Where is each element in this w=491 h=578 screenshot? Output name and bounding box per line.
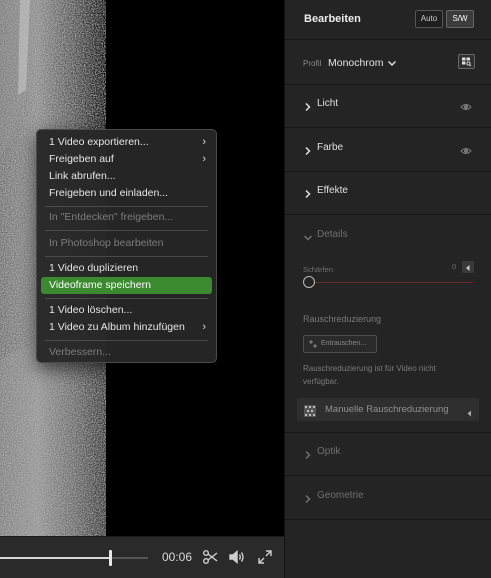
section-optik[interactable]: Optik	[285, 433, 491, 473]
noise-pattern-icon	[304, 404, 316, 417]
menu-item-enhance[interactable]: Verbessern...	[41, 344, 212, 361]
chevron-right-icon	[303, 491, 313, 504]
section-details[interactable]: Details	[285, 216, 491, 256]
edit-panel: Bearbeiten Auto S/W Profil Monochrom Lic…	[284, 0, 491, 578]
menu-item-share-to-discover[interactable]: In "Entdecken" freigeben...	[41, 209, 212, 226]
section-label: Effekte	[317, 185, 348, 196]
grid-icon[interactable]	[458, 54, 475, 69]
sharpen-slider-thumb[interactable]	[303, 276, 315, 288]
menu-item-duplicate-video[interactable]: 1 Video duplizieren	[41, 260, 212, 277]
menu-item-delete-video[interactable]: 1 Video löschen...	[41, 302, 212, 319]
sparkle-icon	[308, 339, 318, 349]
chevron-down-icon	[303, 230, 313, 241]
section-farbe[interactable]: Farbe	[285, 129, 491, 169]
denoise-button[interactable]: Entrauschen...	[303, 335, 377, 353]
menu-separator	[45, 230, 208, 231]
chevron-right-icon: ›	[202, 321, 206, 333]
chevron-right-icon	[303, 447, 313, 460]
chevron-right-icon	[303, 99, 313, 112]
section-effekte[interactable]: Effekte	[285, 172, 491, 212]
chevron-right-icon: ›	[202, 153, 206, 165]
scissors-icon[interactable]	[202, 548, 220, 566]
section-licht[interactable]: Licht	[285, 85, 491, 125]
menu-item-edit-in-photoshop[interactable]: In Photoshop bearbeiten	[41, 235, 212, 252]
menu-item-export-video[interactable]: 1 Video exportieren... ›	[41, 134, 212, 151]
menu-item-add-to-album[interactable]: 1 Video zu Album hinzufügen ›	[41, 319, 212, 336]
chevron-right-icon	[303, 143, 313, 156]
profile-label: Profil	[303, 59, 322, 68]
menu-item-share-on[interactable]: Freigeben auf ›	[41, 151, 212, 168]
playback-time: 00:06	[162, 550, 193, 564]
divider	[285, 214, 491, 215]
manual-noise-label: Manuelle Rauschreduzierung	[325, 404, 449, 415]
eye-icon[interactable]	[460, 143, 472, 154]
menu-separator	[45, 206, 208, 207]
menu-item-get-link[interactable]: Link abrufen...	[41, 168, 212, 185]
menu-item-save-video-frame[interactable]: Videoframe speichern	[41, 277, 212, 294]
video-viewer: 00:06 1 Video exportieren... › Freigeben	[0, 0, 284, 578]
section-label: Farbe	[317, 142, 344, 153]
auto-button[interactable]: Auto	[415, 10, 443, 28]
section-label: Optik	[317, 446, 341, 457]
menu-separator	[45, 340, 208, 341]
context-menu: 1 Video exportieren... › Freigeben auf ›…	[36, 129, 217, 363]
speaker-icon[interactable]	[228, 548, 246, 566]
divider	[285, 519, 491, 520]
menu-separator	[45, 256, 208, 257]
scrub-bar[interactable]	[0, 557, 148, 559]
triangle-left-icon	[465, 405, 473, 417]
sharpen-label: Schärfen	[303, 265, 334, 274]
menu-separator	[45, 298, 208, 299]
scrub-handle[interactable]	[108, 550, 112, 566]
scrub-progress	[0, 557, 110, 559]
divider	[285, 127, 491, 128]
menu-item-share-and-invite[interactable]: Freigeben und einladen...	[41, 185, 212, 202]
sharpen-value: 0	[452, 262, 457, 271]
manual-noise-reduction-row[interactable]: Manuelle Rauschreduzierung	[297, 398, 479, 421]
noise-reduction-heading: Rauschreduzierung	[303, 314, 382, 324]
noise-reduction-note: Rauschreduzierung ist für Video nicht ve…	[303, 364, 436, 386]
profile-dropdown[interactable]: Monochrom	[328, 57, 383, 69]
chevron-right-icon: ›	[202, 136, 206, 148]
expand-icon[interactable]	[256, 548, 274, 566]
eye-icon[interactable]	[460, 99, 472, 110]
section-label: Licht	[317, 98, 339, 109]
section-geometrie[interactable]: Geometrie	[285, 477, 491, 517]
section-label: Details	[317, 229, 348, 240]
divider	[285, 475, 491, 476]
section-label: Geometrie	[317, 490, 364, 501]
divider	[285, 39, 491, 40]
sharpen-slider[interactable]	[313, 282, 473, 283]
triangle-left-icon[interactable]	[462, 261, 474, 273]
chevron-right-icon	[303, 186, 313, 199]
panel-title: Bearbeiten	[304, 13, 361, 25]
chevron-down-icon[interactable]	[386, 56, 398, 68]
bw-button[interactable]: S/W	[446, 10, 474, 28]
player-controls: 00:06	[0, 536, 284, 578]
